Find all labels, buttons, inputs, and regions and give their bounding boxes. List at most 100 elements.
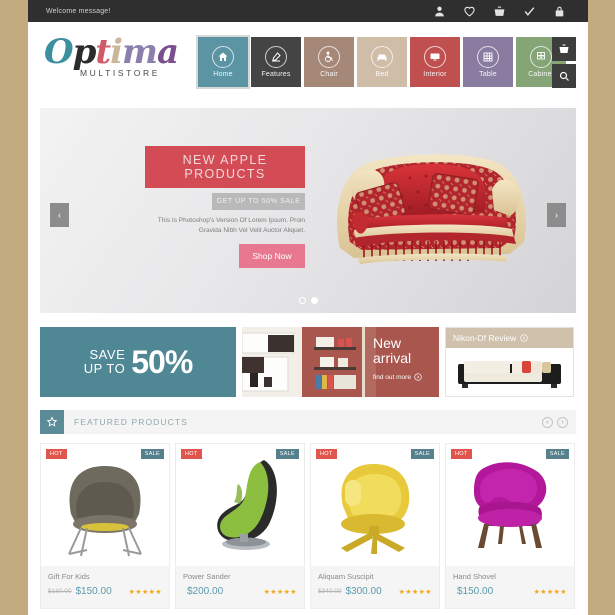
nav-item-features[interactable]: Features	[251, 37, 301, 87]
find-out-more-link[interactable]: find out more	[373, 373, 431, 381]
site-header: Optima MULTISTORE Home Features Chair Be…	[28, 22, 588, 100]
nikon-header: Nikon-Df Review	[446, 328, 573, 348]
header-action-buttons	[552, 37, 576, 88]
hot-badge: HOT	[46, 449, 67, 459]
nav-label-table: Table	[479, 71, 497, 78]
account-icon[interactable]	[433, 5, 446, 18]
logo-letter-6: a	[157, 32, 179, 72]
new-arrival-line-1: New	[373, 335, 402, 351]
save-small-text: SAVE UP TO	[84, 348, 126, 376]
promo-nikon-banner[interactable]: Nikon-Df Review	[445, 327, 574, 397]
product-name: Gift For Kids	[48, 572, 90, 581]
hero-dot-1[interactable]	[298, 297, 306, 304]
home-icon	[212, 46, 234, 68]
nav-label-chair: Chair	[320, 71, 338, 78]
bed-icon	[371, 46, 393, 68]
sale-badge: SALE	[410, 449, 434, 459]
product-name: Power Sander	[183, 572, 231, 581]
hero-title: NEW APPLE PRODUCTS	[145, 146, 305, 188]
product-old-price: $340.00	[318, 588, 342, 595]
find-out-more-label: find out more	[373, 373, 411, 381]
sale-badge: SALE	[140, 449, 164, 459]
product-name: Aliquam Suscipit	[318, 572, 374, 581]
top-utility-bar: Welcome message!	[28, 0, 588, 22]
product-info: Gift For Kids $180.00 $150.00 ★★★★★	[41, 566, 169, 608]
featured-next-button[interactable]: ›	[557, 416, 568, 428]
hero-product-image	[336, 154, 526, 264]
product-rating-stars: ★★★★★	[533, 588, 567, 596]
nav-item-chair[interactable]: Chair	[304, 37, 354, 87]
featured-products-title: FEATURED PRODUCTS	[74, 417, 188, 427]
site-logo[interactable]: Optima MULTISTORE	[44, 34, 184, 89]
logo-letter-1: O	[44, 32, 74, 72]
search-button[interactable]	[552, 64, 576, 88]
logo-wordmark: Optima	[44, 34, 184, 70]
product-price: $300.00	[345, 586, 382, 597]
product-name: Hand Shovel	[453, 572, 496, 581]
nav-label-home: Home	[213, 71, 233, 78]
promo-banner-row: SAVE UP TO 50% New arrival find out more…	[40, 327, 576, 397]
product-price-row: $200.00 ★★★★★	[183, 586, 297, 597]
nav-item-table[interactable]: Table	[463, 37, 513, 87]
shop-now-button[interactable]: Shop Now	[239, 244, 305, 268]
product-price-row: $180.00 $150.00 ★★★★★	[48, 586, 162, 597]
welcome-message: Welcome message!	[46, 7, 111, 15]
login-lock-icon[interactable]	[553, 5, 566, 18]
hero-next-arrow[interactable]: ›	[547, 203, 566, 227]
product-grid: HOT SALE Gift For Kids $180.00 $150.00 ★…	[40, 443, 576, 609]
product-price: $200.00	[187, 586, 224, 597]
product-card[interactable]: HOT SALE Hand Shovel $150.00 ★★★★★	[445, 443, 575, 609]
nav-label-features: Features	[261, 71, 291, 78]
product-card[interactable]: HOT SALE Power Sander $200.00 ★★★★★	[175, 443, 305, 609]
new-arrival-line-2: arrival	[373, 350, 412, 366]
product-image[interactable]: HOT SALE	[41, 444, 169, 566]
wheelchair-icon	[318, 46, 340, 68]
product-rating-stars: ★★★★★	[128, 588, 162, 596]
featured-products-header: FEATURED PRODUCTS ‹ ›	[40, 410, 576, 434]
wishlist-heart-icon[interactable]	[463, 5, 476, 18]
yellow-swivel-chair-graphic	[311, 444, 439, 566]
hero-slider: NEW APPLE PRODUCTS GET UP TO 50% SALE Th…	[40, 108, 576, 313]
promo-save-banner[interactable]: SAVE UP TO 50%	[40, 327, 236, 397]
promo-new-arrival-banner[interactable]: New arrival find out more	[242, 327, 439, 397]
nikon-image-area	[446, 348, 573, 396]
product-info: Hand Shovel $150.00 ★★★★★	[446, 566, 574, 608]
nav-item-home[interactable]: Home	[196, 35, 250, 89]
sale-badge: SALE	[545, 449, 569, 459]
page-background: Welcome message! Optima MULTISTORE Home …	[0, 0, 615, 615]
product-card[interactable]: HOT SALE Gift For Kids $180.00 $150.00 ★…	[40, 443, 170, 609]
featured-carousel-controls: ‹ ›	[542, 416, 568, 428]
save-line-1: SAVE	[89, 347, 126, 362]
hot-badge: HOT	[316, 449, 337, 459]
new-arrival-overlay: New arrival find out more	[365, 327, 439, 397]
grey-womb-armchair-graphic	[41, 444, 169, 566]
product-image[interactable]: HOT SALE	[176, 444, 304, 566]
product-price-row: $150.00 ★★★★★	[453, 586, 567, 597]
hero-dot-2[interactable]	[310, 297, 318, 304]
nav-item-bed[interactable]: Bed	[357, 37, 407, 87]
grid-table-icon	[477, 46, 499, 68]
monitor-icon	[424, 46, 446, 68]
nav-label-bed: Bed	[375, 71, 389, 78]
product-image[interactable]: HOT SALE	[311, 444, 439, 566]
main-navigation: Home Features Chair Bed Interior Table C…	[196, 35, 566, 89]
nav-item-interior[interactable]: Interior	[410, 37, 460, 87]
shopping-basket-icon[interactable]	[493, 5, 506, 18]
logo-letter-5: m	[122, 32, 158, 72]
product-price-row: $340.00 $300.00 ★★★★★	[318, 586, 432, 597]
hero-prev-arrow[interactable]: ‹	[50, 203, 69, 227]
hero-text-block: NEW APPLE PRODUCTS GET UP TO 50% SALE Th…	[135, 146, 305, 268]
product-rating-stars: ★★★★★	[398, 588, 432, 596]
checkout-check-icon[interactable]	[523, 5, 536, 18]
hero-body-text: This Is Photoshop's Version Of Lorem Ips…	[157, 217, 305, 234]
nikon-sofa-image	[446, 348, 573, 396]
nav-label-cabinet: Cabinet	[528, 71, 554, 78]
hot-badge: HOT	[181, 449, 202, 459]
green-lounge-chair-graphic	[176, 444, 304, 566]
sale-badge: SALE	[275, 449, 299, 459]
featured-prev-button[interactable]: ‹	[542, 416, 553, 428]
cart-button[interactable]	[552, 37, 576, 61]
product-image[interactable]: HOT SALE	[446, 444, 574, 566]
product-card[interactable]: HOT SALE Aliquam Suscipit $340.00 $300.0…	[310, 443, 440, 609]
chevron-right-circle-icon	[414, 373, 422, 381]
